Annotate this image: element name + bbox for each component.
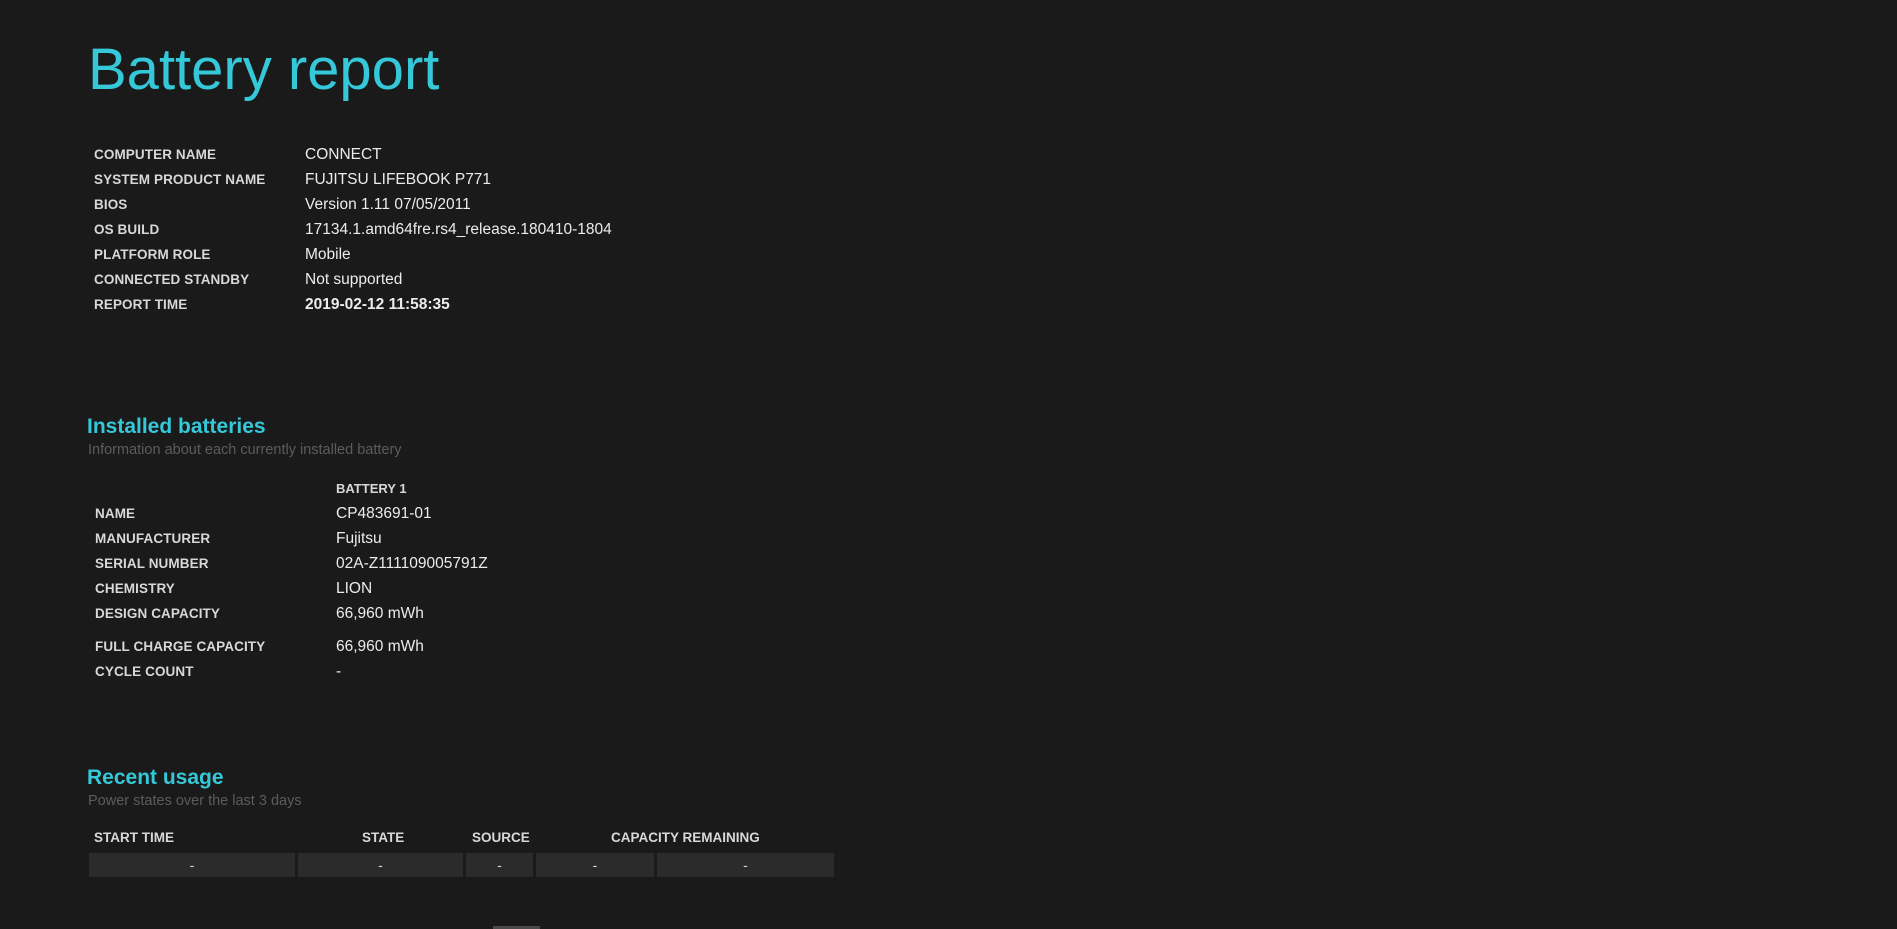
info-row-os-build: OS BUILD 17134.1.amd64fre.rs4_release.18…: [94, 217, 612, 242]
battery-value: -: [336, 662, 342, 680]
usage-cell-source: -: [466, 853, 533, 877]
usage-header-capacity-remaining: CAPACITY REMAINING: [611, 830, 760, 845]
recent-usage-table: START TIME STATE SOURCE CAPACITY REMAINI…: [89, 828, 834, 877]
battery-value: CP483691-01: [336, 504, 432, 522]
battery-row-serial-number: SERIAL NUMBER 02A-Z111109005791Z: [95, 551, 488, 576]
usage-cell-state: -: [298, 853, 463, 877]
battery-header-row: BATTERY 1: [95, 476, 488, 501]
battery-column-header: BATTERY 1: [336, 481, 407, 496]
info-value: 17134.1.amd64fre.rs4_release.180410-1804: [305, 220, 612, 238]
battery-row-manufacturer: MANUFACTURER Fujitsu: [95, 526, 488, 551]
battery-value: 02A-Z111109005791Z: [336, 554, 488, 572]
info-value: FUJITSU LIFEBOOK P771: [305, 170, 492, 188]
info-row-report-time: REPORT TIME 2019-02-12 11:58:35: [94, 292, 612, 317]
usage-cell-capacity: -: [536, 853, 654, 877]
info-label: REPORT TIME: [94, 297, 188, 312]
recent-usage-subtitle: Power states over the last 3 days: [88, 793, 302, 809]
battery-label: DESIGN CAPACITY: [95, 606, 221, 621]
info-label: PLATFORM ROLE: [94, 247, 211, 262]
battery-row-cycle-count: CYCLE COUNT -: [95, 659, 488, 684]
info-value: 2019-02-12 11:58:35: [305, 295, 450, 313]
usage-header-start-time: START TIME: [94, 830, 174, 845]
usage-header-source: SOURCE: [472, 830, 530, 845]
info-row-platform-role: PLATFORM ROLE Mobile: [94, 242, 612, 267]
info-label: OS BUILD: [94, 222, 160, 237]
usage-cell-start-time: -: [89, 853, 295, 877]
info-value: CONNECT: [305, 145, 382, 163]
info-row-bios: BIOS Version 1.11 07/05/2011: [94, 192, 612, 217]
battery-label: SERIAL NUMBER: [95, 556, 209, 571]
info-row-connected-standby: CONNECTED STANDBY Not supported: [94, 267, 612, 292]
info-label: COMPUTER NAME: [94, 147, 217, 162]
usage-row: - - - - -: [89, 853, 834, 877]
info-label: SYSTEM PRODUCT NAME: [94, 172, 266, 187]
installed-batteries-subtitle: Information about each currently install…: [88, 442, 402, 458]
info-row-system-product-name: SYSTEM PRODUCT NAME FUJITSU LIFEBOOK P77…: [94, 167, 612, 192]
usage-header-row: START TIME STATE SOURCE CAPACITY REMAINI…: [89, 828, 834, 852]
battery-label: NAME: [95, 506, 136, 521]
battery-value: 66,960 mWh: [336, 604, 424, 622]
usage-header-state: STATE: [362, 830, 405, 845]
page-title: Battery report: [88, 37, 440, 102]
info-value: Not supported: [305, 270, 403, 288]
info-row-computer-name: COMPUTER NAME CONNECT: [94, 142, 612, 167]
battery-row-full-charge-capacity: FULL CHARGE CAPACITY 66,960 mWh: [95, 634, 488, 659]
battery-value: LION: [336, 579, 373, 597]
battery-value: Fujitsu: [336, 529, 382, 547]
battery-row-chemistry: CHEMISTRY LION: [95, 576, 488, 601]
battery-report-page: Battery report COMPUTER NAME CONNECT SYS…: [0, 0, 1897, 929]
battery-label: CYCLE COUNT: [95, 664, 194, 679]
system-info-table: COMPUTER NAME CONNECT SYSTEM PRODUCT NAM…: [94, 142, 612, 317]
usage-cell-capacity-percent: -: [657, 853, 834, 877]
info-value: Mobile: [305, 245, 351, 263]
battery-table: BATTERY 1 NAME CP483691-01 MANUFACTURER …: [95, 476, 488, 684]
battery-value: 66,960 mWh: [336, 637, 424, 655]
info-value: Version 1.11 07/05/2011: [305, 195, 471, 213]
info-label: BIOS: [94, 197, 128, 212]
battery-label: CHEMISTRY: [95, 581, 175, 596]
installed-batteries-title: Installed batteries: [87, 415, 266, 438]
info-label: CONNECTED STANDBY: [94, 272, 250, 287]
battery-label: FULL CHARGE CAPACITY: [95, 639, 266, 654]
battery-row-name: NAME CP483691-01: [95, 501, 488, 526]
battery-row-design-capacity: DESIGN CAPACITY 66,960 mWh: [95, 601, 488, 626]
recent-usage-title: Recent usage: [87, 766, 224, 789]
battery-label: MANUFACTURER: [95, 531, 211, 546]
